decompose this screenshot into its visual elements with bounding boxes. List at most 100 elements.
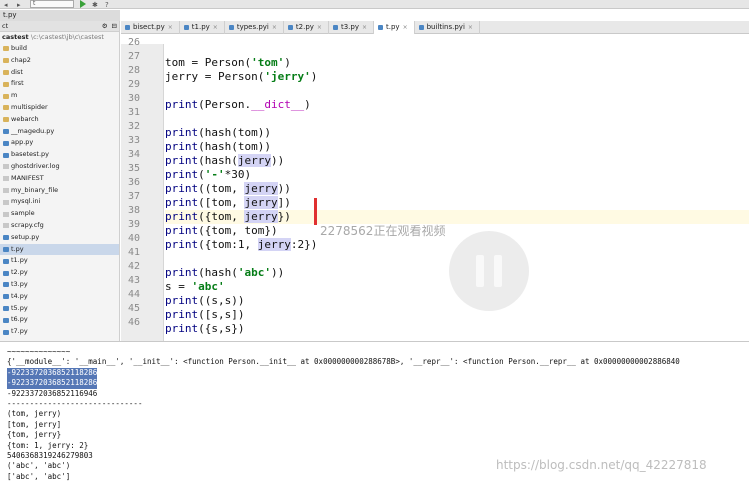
- sidebar-item-label: ghostdriver.log: [11, 161, 60, 170]
- line-number: 30: [127, 93, 140, 104]
- settings-gear-icon[interactable]: ⚙: [102, 22, 108, 30]
- sidebar-item[interactable]: t7.py: [0, 326, 119, 338]
- sidebar-item[interactable]: app.py: [0, 137, 119, 149]
- python-file-icon: [287, 25, 293, 30]
- sidebar-header: ct ⚙ ⊟: [0, 21, 119, 32]
- back-icon[interactable]: ◂: [4, 1, 11, 9]
- close-tab-icon[interactable]: ×: [468, 21, 473, 34]
- close-tab-icon[interactable]: ×: [362, 21, 367, 34]
- editor-tab[interactable]: bisect.py ×: [121, 21, 180, 34]
- sidebar-item-label: __magedu.py: [11, 126, 55, 135]
- viewer-count-overlay: 2278562正在观看视频: [320, 224, 446, 238]
- sidebar-item[interactable]: build: [0, 43, 119, 55]
- sidebar-item[interactable]: first: [0, 78, 119, 90]
- sidebar-header-label[interactable]: ct: [2, 22, 8, 30]
- video-pause-icon[interactable]: [449, 231, 529, 311]
- editor-tab[interactable]: t2.py ×: [284, 21, 329, 34]
- project-root-name: castest: [2, 33, 29, 41]
- line-number: 29: [127, 79, 140, 90]
- editor-tab-label: t.py: [386, 23, 400, 31]
- sidebar-item[interactable]: setup.py: [0, 232, 119, 244]
- python-file-icon: [183, 25, 189, 30]
- sidebar-item[interactable]: ghostdriver.log: [0, 161, 119, 173]
- run-config-select[interactable]: t: [30, 0, 74, 8]
- sidebar-item-label: t7.py: [11, 327, 28, 336]
- run-icon[interactable]: [80, 0, 86, 8]
- editor-tab-label: t1.py: [191, 23, 210, 31]
- sidebar-item[interactable]: scrapy.cfg: [0, 220, 119, 232]
- sidebar-item[interactable]: mysql.ini: [0, 196, 119, 208]
- sidebar-item[interactable]: dist: [0, 67, 119, 79]
- sidebar-item[interactable]: my_binary_file: [0, 185, 119, 197]
- file-icon: [3, 164, 9, 170]
- python-file-icon: [3, 128, 9, 134]
- editor-tab[interactable]: t.py ×: [374, 21, 415, 34]
- sidebar-item[interactable]: basetest.py: [0, 149, 119, 161]
- collapse-icon[interactable]: ⊟: [112, 22, 117, 30]
- sidebar-item[interactable]: chap2: [0, 55, 119, 67]
- folder-icon: [3, 117, 9, 123]
- main-toolbar: ◂ ▸ t ✱ ?: [0, 0, 749, 9]
- python-file-icon: [3, 235, 9, 241]
- line-number: 42: [127, 261, 140, 272]
- sidebar-item-label: my_binary_file: [11, 185, 59, 194]
- code-editor[interactable]: tom = Person('tom') jerry = Person('jerr…: [165, 44, 749, 341]
- console-output-line: {'__module__': '__main__', '__init__': <…: [7, 357, 680, 367]
- close-tab-icon[interactable]: ×: [317, 21, 322, 34]
- sidebar-item[interactable]: t1.py: [0, 255, 119, 267]
- editor-tab-bar: bisect.py × t1.py × types.pyi × t2.py × t3.py × t.…: [121, 21, 749, 34]
- sidebar-item[interactable]: sample: [0, 208, 119, 220]
- line-number: 41: [127, 247, 140, 258]
- sidebar-item[interactable]: t3.py: [0, 279, 119, 291]
- line-number: 46: [127, 317, 140, 328]
- console-output-line: -9223372036852118286: [7, 378, 98, 389]
- python-file-icon: [3, 258, 9, 264]
- python-file-icon: [3, 317, 9, 323]
- editor-tab[interactable]: t1.py ×: [180, 21, 225, 34]
- debug-icon[interactable]: ✱: [92, 1, 99, 9]
- sidebar-item[interactable]: MANIFEST: [0, 173, 119, 185]
- line-number: 45: [127, 303, 140, 314]
- python-file-icon: [3, 140, 9, 146]
- sidebar-item[interactable]: multispider: [0, 102, 119, 114]
- sidebar-item[interactable]: m: [0, 90, 119, 102]
- project-root[interactable]: castest \c:\castest\jb\c\castest: [0, 32, 119, 43]
- help-icon[interactable]: ?: [105, 1, 112, 9]
- close-tab-icon[interactable]: ×: [213, 21, 218, 34]
- python-file-icon: [418, 25, 424, 30]
- edit-marker: [314, 198, 317, 225]
- code-line-44: print((s,s)): [165, 294, 245, 307]
- close-tab-icon[interactable]: ×: [272, 21, 277, 34]
- sidebar-item[interactable]: __magedu.py: [0, 126, 119, 138]
- project-file-tab[interactable]: t.py: [0, 10, 120, 21]
- sidebar-item[interactable]: t2.py: [0, 267, 119, 279]
- line-number: 38: [127, 205, 140, 216]
- python-file-icon: [3, 294, 9, 300]
- sidebar-item[interactable]: t4.py: [0, 291, 119, 303]
- forward-icon[interactable]: ▸: [17, 1, 24, 9]
- python-file-icon: [378, 25, 383, 30]
- code-line-27: tom = Person('tom'): [165, 56, 291, 69]
- sidebar-item-label: t2.py: [11, 268, 28, 277]
- line-number: 43: [127, 275, 140, 286]
- sidebar-item[interactable]: webarch: [0, 114, 119, 126]
- line-number: 34: [127, 149, 140, 160]
- editor-tab[interactable]: t3.py ×: [329, 21, 374, 34]
- console-output-line: {tom, jerry}: [7, 430, 62, 440]
- line-number: 35: [127, 163, 140, 174]
- sidebar-item-label: scrapy.cfg: [11, 220, 44, 229]
- editor-tab-label: types.pyi: [236, 23, 269, 31]
- sidebar-item-label: MANIFEST: [11, 173, 44, 182]
- sidebar-item[interactable]: t6.py: [0, 314, 119, 326]
- editor-tab[interactable]: types.pyi ×: [225, 21, 284, 34]
- code-line-46: print({s,s}): [165, 322, 245, 335]
- line-number: 26: [127, 37, 140, 48]
- editor-tab[interactable]: builtins.pyi ×: [415, 21, 480, 34]
- sidebar-item[interactable]: t5.py: [0, 303, 119, 315]
- sidebar-item[interactable]: t.py: [0, 243, 119, 256]
- code-line-39: print({tom, tom}): [165, 224, 278, 237]
- close-tab-icon[interactable]: ×: [168, 21, 173, 34]
- editor-tab-label: bisect.py: [133, 23, 165, 31]
- close-tab-icon[interactable]: ×: [403, 21, 408, 34]
- python-file-icon: [3, 329, 9, 335]
